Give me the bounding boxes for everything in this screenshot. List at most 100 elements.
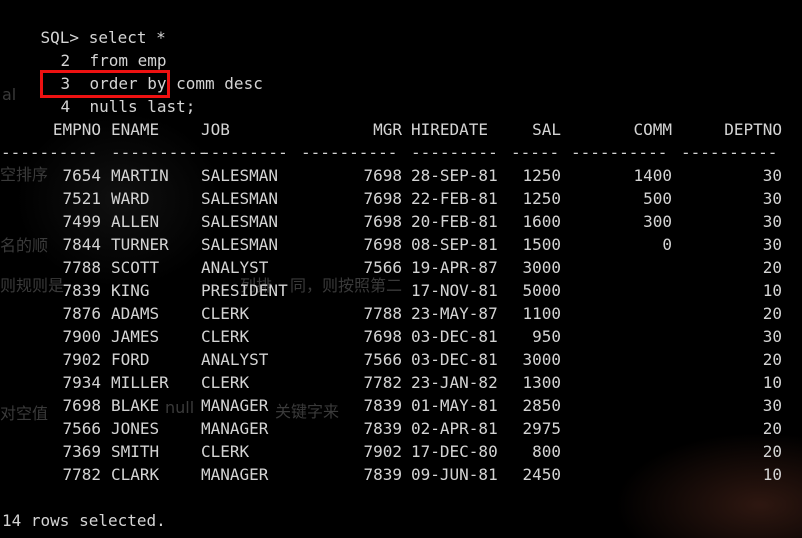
cell-hiredate: 19-APR-87 [411,258,498,277]
cell-empno: 7566 [62,419,101,438]
cell-ename: WARD [111,189,150,208]
cell-hiredate: 23-MAY-87 [411,304,498,323]
cell-deptno: 20 [762,304,782,323]
cell-comm: 500 [643,189,672,208]
cell-deptno: 30 [762,189,782,208]
cell-ename: KING [111,281,150,300]
separator: ---------- [681,143,778,162]
cell-job: SALESMAN [201,235,279,254]
separator: ---------- [571,143,668,162]
cell-ename: MILLER [111,373,169,392]
cell-mgr: 7839 [363,419,402,438]
cell-deptno: 10 [762,465,782,484]
cell-job: SALESMAN [201,189,279,208]
cell-sal: 1100 [522,304,561,323]
col-header-mgr: MGR [373,120,402,139]
query-text: nulls last; [89,97,196,116]
cell-job: CLERK [201,373,250,392]
table-row: 7499 ALLEN SALESMAN 7698 20-FEB-81 1600 300 30 [0,210,802,233]
cell-job: SALESMAN [201,212,279,231]
col-header-comm: COMM [633,120,672,139]
cell-sal: 3000 [522,258,561,277]
col-header-sal: SAL [532,120,561,139]
table-row: 7876 ADAMS CLERK 7788 23-MAY-87 1100 20 [0,302,802,325]
col-header-deptno: DEPTNO [724,120,782,139]
cell-ename: FORD [111,350,150,369]
cell-job: CLERK [201,304,250,323]
table-row: 7934 MILLER CLERK 7782 23-JAN-82 1300 10 [0,371,802,394]
cell-hiredate: 03-DEC-81 [411,350,498,369]
table-row: 7369 SMITH CLERK 7902 17-DEC-80 800 20 [0,440,802,463]
cell-mgr: 7839 [363,465,402,484]
cell-job: MANAGER [201,396,269,415]
cell-hiredate: 08-SEP-81 [411,235,498,254]
cell-job: MANAGER [201,465,269,484]
cell-ename: SMITH [111,442,160,461]
cell-mgr: 7698 [363,166,402,185]
cell-ename: BLAKE [111,396,160,415]
separator: --------- [411,143,498,162]
cell-sal: 2850 [522,396,561,415]
separator: ----- [511,143,560,162]
cell-empno: 7782 [62,465,101,484]
cell-ename: TURNER [111,235,169,254]
cell-empno: 7654 [62,166,101,185]
cell-deptno: 30 [762,212,782,231]
cell-job: SALESMAN [201,166,279,185]
table-row: 7654 MARTIN SALESMAN 7698 28-SEP-81 1250 1400 3… [0,164,802,187]
cell-sal: 1500 [522,235,561,254]
table-row: 7698 BLAKE MANAGER 7839 01-MAY-81 2850 30 [0,394,802,417]
cell-mgr: 7839 [363,396,402,415]
cell-mgr: 7698 [363,189,402,208]
cell-empno: 7839 [62,281,101,300]
cell-ename: ADAMS [111,304,160,323]
cell-empno: 7499 [62,212,101,231]
ghost-text: al [2,85,17,104]
separator-row: ---------- ---------- --------- --------… [0,141,802,164]
cell-empno: 7876 [62,304,101,323]
col-header-job: JOB [201,120,230,139]
col-header-empno: EMPNO [52,120,101,139]
cell-sal: 2450 [522,465,561,484]
cell-deptno: 30 [762,327,782,346]
cell-sal: 5000 [522,281,561,300]
cell-hiredate: 03-DEC-81 [411,327,498,346]
cell-empno: 7369 [62,442,101,461]
cell-sal: 800 [532,442,561,461]
cell-comm: 1400 [633,166,672,185]
cell-empno: 7900 [62,327,101,346]
cell-sal: 2975 [522,419,561,438]
cell-hiredate: 09-JUN-81 [411,465,498,484]
table-row: 7566 JONES MANAGER 7839 02-APR-81 2975 20 [0,417,802,440]
cell-deptno: 10 [762,373,782,392]
separator: --------- [201,143,288,162]
cell-hiredate: 28-SEP-81 [411,166,498,185]
cell-deptno: 20 [762,442,782,461]
cell-deptno: 10 [762,281,782,300]
cell-mgr: 7782 [363,373,402,392]
cell-sal: 1250 [522,166,561,185]
table-row: 7900 JAMES CLERK 7698 03-DEC-81 950 30 [0,325,802,348]
rows-selected-footer: 14 rows selected. [2,511,166,530]
cell-empno: 7788 [62,258,101,277]
header-row: EMPNO ENAME JOB MGR HIREDATE SAL COMM DE… [0,118,802,141]
cell-hiredate: 02-APR-81 [411,419,498,438]
cell-comm: 300 [643,212,672,231]
cell-deptno: 20 [762,350,782,369]
cell-deptno: 20 [762,258,782,277]
cell-mgr: 7788 [363,304,402,323]
table-row: 7839 KING PRESIDENT 17-NOV-81 5000 10 [0,279,802,302]
cell-hiredate: 23-JAN-82 [411,373,498,392]
col-header-hiredate: HIREDATE [411,120,489,139]
cell-comm: 0 [662,235,672,254]
cell-mgr: 7902 [363,442,402,461]
cell-sal: 1600 [522,212,561,231]
cell-hiredate: 17-NOV-81 [411,281,498,300]
cell-empno: 7521 [62,189,101,208]
cell-job: ANALYST [201,258,269,277]
separator: ---------- [1,143,98,162]
cell-deptno: 30 [762,166,782,185]
table-row: 7844 TURNER SALESMAN 7698 08-SEP-81 1500 0 30 [0,233,802,256]
cell-ename: JAMES [111,327,160,346]
cell-hiredate: 22-FEB-81 [411,189,498,208]
